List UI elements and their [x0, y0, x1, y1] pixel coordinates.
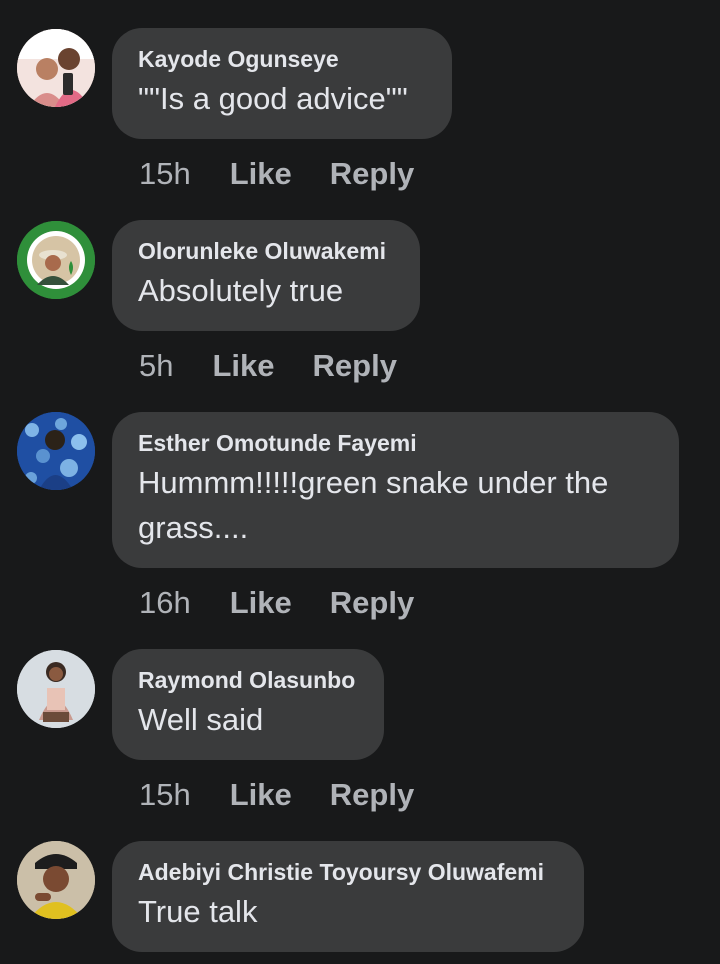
reply-button[interactable]: Reply [330, 156, 414, 192]
comment-timestamp[interactable]: 15h [139, 777, 191, 813]
comment-bubble[interactable]: Raymond Olasunbo Well said [112, 649, 384, 760]
comment-bubble[interactable]: Esther Omotunde Fayemi Hummm!!!!!green s… [112, 412, 679, 568]
comment-timestamp[interactable]: 16h [139, 585, 191, 621]
comment-actions: 15h Like Reply [139, 775, 414, 815]
user-photo-icon [17, 650, 95, 728]
comment-actions: 15h Like Reply [139, 154, 414, 194]
comment-timestamp[interactable]: 5h [139, 348, 173, 384]
reply-button[interactable]: Reply [330, 777, 414, 813]
like-button[interactable]: Like [230, 585, 292, 621]
comment-bubble[interactable]: Adebiyi Christie Toyoursy Oluwafemi True… [112, 841, 584, 952]
reply-button[interactable]: Reply [313, 348, 397, 384]
comment-bubble[interactable]: Kayode Ogunseye ""Is a good advice"" [112, 28, 452, 139]
comment-bubble[interactable]: Olorunleke Oluwakemi Absolutely true [112, 220, 420, 331]
comment-timestamp[interactable]: 15h [139, 156, 191, 192]
comment-author[interactable]: Olorunleke Oluwakemi [138, 237, 394, 265]
reply-button[interactable]: Reply [330, 585, 414, 621]
comment-text: Well said [138, 702, 264, 737]
comment-actions: 16h Like Reply [139, 583, 414, 623]
avatar[interactable] [17, 841, 95, 919]
avatar[interactable] [17, 221, 95, 299]
like-button[interactable]: Like [230, 777, 292, 813]
like-button[interactable]: Like [212, 348, 274, 384]
avatar[interactable] [17, 29, 95, 107]
like-button[interactable]: Like [230, 156, 292, 192]
comment-text: ""Is a good advice"" [138, 81, 408, 116]
comment-author[interactable]: Raymond Olasunbo [138, 666, 358, 694]
comment-text: True talk [138, 894, 258, 929]
comment-author[interactable]: Kayode Ogunseye [138, 45, 426, 73]
user-photo-icon [17, 221, 95, 299]
comment-author[interactable]: Esther Omotunde Fayemi [138, 429, 653, 457]
user-photo-icon [17, 29, 95, 107]
comment-text: Hummm!!!!!green snake under the grass...… [138, 465, 609, 545]
user-photo-icon [17, 841, 95, 919]
avatar[interactable] [17, 412, 95, 490]
avatar[interactable] [17, 650, 95, 728]
comment-text: Absolutely true [138, 273, 344, 308]
comment-author[interactable]: Adebiyi Christie Toyoursy Oluwafemi [138, 858, 558, 886]
comment-actions: 5h Like Reply [139, 346, 397, 386]
user-photo-icon [17, 412, 95, 490]
